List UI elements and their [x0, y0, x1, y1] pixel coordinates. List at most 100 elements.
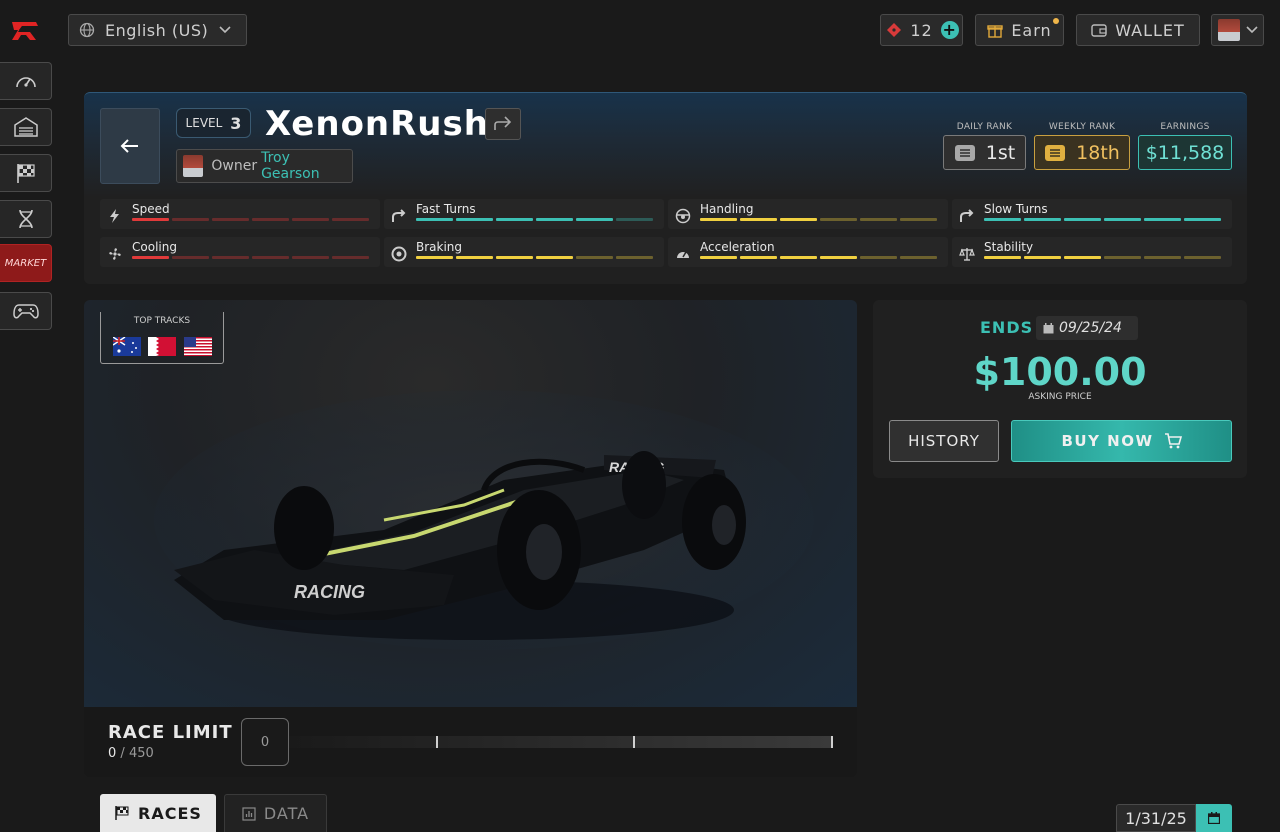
stat-segment — [332, 218, 369, 221]
race-limit-count: 0 / 450 — [108, 746, 154, 761]
tickets-button[interactable]: 12 + — [880, 14, 963, 46]
stat-label: Handling — [700, 202, 754, 216]
top-tracks-label: TOP TRACKS — [133, 316, 191, 326]
lightning-icon — [110, 209, 119, 223]
stat-segment — [820, 218, 857, 221]
stat-segment — [616, 218, 653, 221]
stat-segment — [536, 218, 573, 221]
stat-segment — [496, 218, 533, 221]
wallet-button[interactable]: WALLET — [1076, 14, 1200, 46]
stat-speed: Speed — [100, 199, 380, 229]
brake-disc-icon — [391, 246, 407, 262]
level-label: LEVEL — [185, 116, 223, 130]
ticket-icon — [887, 23, 902, 37]
stat-segment — [292, 218, 329, 221]
stat-segment — [860, 256, 897, 259]
race-limit-total: 450 — [128, 746, 154, 761]
stat-segment — [1104, 218, 1141, 221]
cart-icon — [1164, 433, 1182, 449]
stat-segment — [900, 218, 937, 221]
gift-icon — [987, 25, 1004, 38]
sidebar-item-dashboard[interactable] — [0, 62, 52, 100]
stat-segment — [740, 256, 777, 259]
stat-segment — [212, 218, 249, 221]
stat-segment — [416, 256, 453, 259]
list-icon — [1045, 144, 1066, 161]
stat-segment — [172, 218, 209, 221]
stat-segment — [172, 256, 209, 259]
app-logo[interactable] — [8, 16, 44, 44]
sidebar-item-label: MARKET — [4, 257, 47, 269]
stat-segment — [456, 256, 493, 259]
date-picker-button[interactable] — [1196, 804, 1232, 832]
scales-icon — [959, 248, 975, 261]
stat-stability: Stability — [952, 237, 1232, 267]
race-limit-used: 0 — [108, 746, 117, 761]
tab-races[interactable]: RACES — [100, 794, 216, 832]
slow-turn-icon — [960, 209, 974, 222]
tab-data-label: DATA — [263, 804, 310, 823]
car-name: XenonRush — [265, 104, 489, 144]
turn-right-icon — [392, 209, 406, 222]
stat-meter — [416, 218, 653, 221]
calendar-icon — [1043, 322, 1054, 333]
checkered-flag-icon — [16, 164, 35, 183]
stat-segment — [332, 256, 369, 259]
stat-segment — [780, 218, 817, 221]
notification-dot — [1053, 18, 1059, 24]
daily-rank-value: 1st — [985, 141, 1016, 164]
stat-segment — [252, 218, 289, 221]
stat-meter — [132, 256, 369, 259]
stat-segment — [212, 256, 249, 259]
stat-meter — [132, 218, 369, 221]
buy-now-button[interactable]: BUY NOW — [1011, 420, 1232, 462]
race-limit-input[interactable]: 0 — [241, 718, 289, 766]
earnings-value: $11,588 — [1145, 141, 1225, 164]
stat-meter — [416, 256, 653, 259]
bar-chart-icon — [242, 806, 256, 821]
dna-icon — [18, 209, 33, 229]
stat-handling: Handling — [668, 199, 948, 229]
stat-segment — [616, 256, 653, 259]
top-tracks-panel: TOP TRACKS — [100, 312, 224, 364]
tab-data[interactable]: DATA — [224, 794, 327, 832]
owner-label: Owner — [211, 158, 258, 174]
race-limit-slider[interactable] — [289, 736, 833, 748]
stat-segment — [576, 256, 613, 259]
end-date-badge: 09/25/24 — [1036, 316, 1138, 340]
stat-label: Stability — [984, 240, 1034, 254]
earnings-label: EARNINGS — [1160, 122, 1210, 132]
sidebar-item-races[interactable] — [0, 154, 52, 192]
stat-label: Acceleration — [700, 240, 775, 254]
stat-segment — [1024, 256, 1061, 259]
sidebar-item-market[interactable]: MARKET — [0, 244, 52, 282]
stat-segment — [132, 218, 169, 221]
checkered-flag-icon — [115, 806, 129, 820]
gamepad-icon — [12, 304, 39, 319]
language-select[interactable]: English (US) — [68, 14, 247, 46]
daily-rank-label: DAILY RANK — [956, 122, 1013, 132]
share-button[interactable] — [485, 108, 521, 140]
add-tickets-icon[interactable]: + — [940, 21, 959, 39]
profile-menu[interactable] — [1211, 14, 1264, 46]
stat-segment — [1064, 256, 1101, 259]
speedometer-icon — [15, 77, 36, 88]
sidebar-item-breeding[interactable] — [0, 200, 52, 238]
history-button[interactable]: HISTORY — [889, 420, 999, 462]
back-button[interactable] — [100, 108, 160, 184]
earn-label: Earn — [1011, 20, 1052, 40]
weekly-rank-value: 18th — [1076, 141, 1120, 164]
sidebar-item-games[interactable] — [0, 292, 52, 330]
earn-button[interactable]: Earn — [975, 14, 1064, 46]
owner-chip[interactable]: Owner Troy Gearson — [176, 149, 353, 183]
avatar — [1217, 19, 1240, 41]
buy-now-label: BUY NOW — [1061, 432, 1154, 450]
sidebar-item-garage[interactable] — [0, 108, 52, 146]
date-filter-input[interactable]: 1/31/25 — [1116, 804, 1196, 832]
stat-segment — [984, 218, 1021, 221]
gauge-icon — [677, 251, 689, 258]
owner-name[interactable]: Troy Gearson — [261, 150, 346, 182]
stat-segment — [780, 256, 817, 259]
owner-avatar — [183, 155, 204, 177]
level-badge: LEVEL 3 — [176, 108, 251, 138]
